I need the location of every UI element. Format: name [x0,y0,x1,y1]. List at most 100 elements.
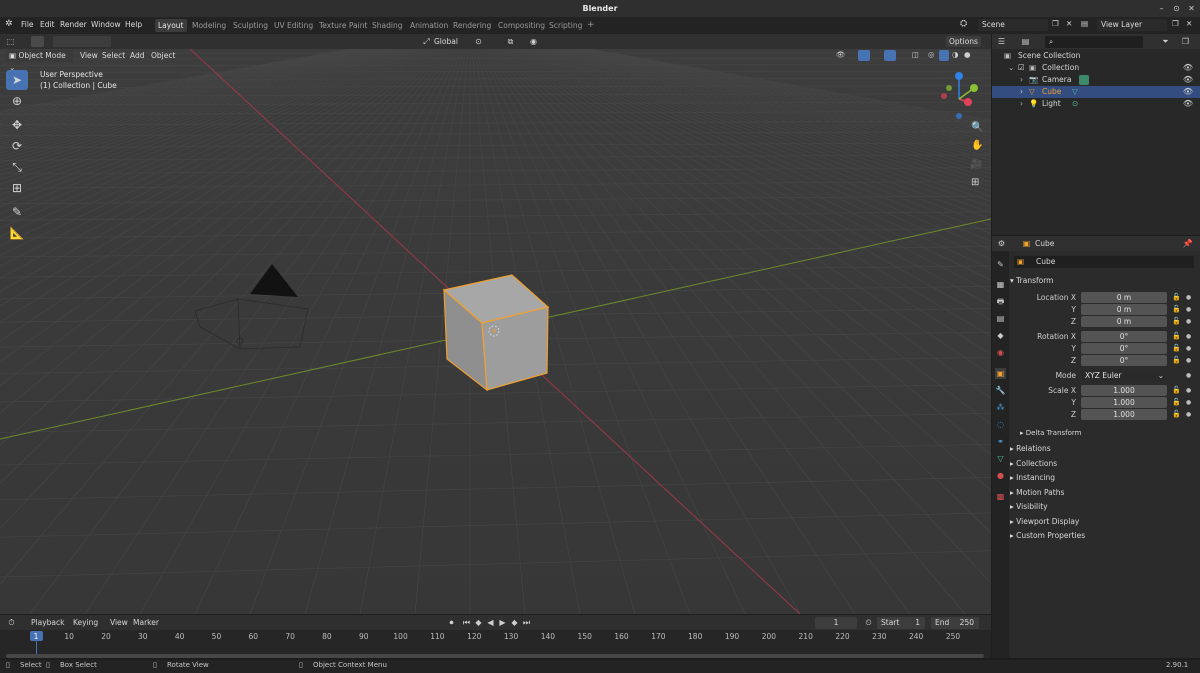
menu-help[interactable]: Help [125,20,142,29]
scale-x-field[interactable]: 1.000 [1081,385,1167,396]
jump-end-icon[interactable]: ⏭ [521,617,532,628]
eye-icon[interactable]: 👁 [1183,74,1193,86]
keyframe-dot-icon[interactable]: ● [1186,294,1191,301]
current-frame-field[interactable]: 1 [815,617,857,629]
add-workspace-icon[interactable]: + [584,19,598,32]
snap-icon[interactable]: ⧉ [505,36,516,47]
menu-marker[interactable]: Marker [133,618,159,627]
annotate-tool-icon[interactable]: ✎ [6,202,28,222]
delete-scene-icon[interactable]: ✕ [1066,19,1072,28]
clock-icon[interactable]: ⏲ [863,617,874,628]
tab-sculpting[interactable]: Sculpting [230,19,271,32]
next-keyframe-icon[interactable]: ◆ [509,617,520,628]
outliner-item-camera[interactable]: › 📷 Camera 👁 [992,74,1200,86]
relations-panel[interactable]: ▸ Relations [1010,442,1196,455]
keyframe-dot-icon[interactable]: ● [1186,345,1191,352]
solid-shading-icon[interactable] [939,50,949,61]
location-z-field[interactable]: 0 m [1081,316,1167,327]
editor-type-icon[interactable]: ⬚ [5,36,16,47]
cursor-tool-icon[interactable]: ⊕ [6,91,28,111]
pivot-point-icon[interactable]: ⊙ [473,36,484,47]
keyframe-dot-icon[interactable]: ● [1186,399,1191,406]
end-frame-field[interactable]: End 250 [931,617,979,629]
lock-icon[interactable]: 🔓 [1172,305,1181,313]
perspective-toggle-icon[interactable]: ⊞ [971,177,979,188]
pan-hand-icon[interactable]: ✋ [971,140,983,151]
lock-icon[interactable]: 🔓 [1172,317,1181,325]
properties-editor-icon[interactable]: ⚙ [996,238,1007,249]
eye-icon[interactable]: 👁 [1183,86,1193,98]
keyframe-dot-icon[interactable]: ● [1186,411,1191,418]
lock-icon[interactable]: 🔓 [1172,293,1181,301]
eye-icon[interactable]: 👁 [1183,98,1193,110]
visibility-icon[interactable]: 👁 [836,50,846,59]
view-layer-icon[interactable]: ▤ [1081,19,1088,28]
render-tab-icon[interactable]: ▦ [995,279,1006,290]
tab-scripting[interactable]: Scripting [546,19,585,32]
lock-icon[interactable]: 🔓 [1172,344,1181,352]
rotation-z-field[interactable]: 0° [1081,355,1167,366]
outliner-search-input[interactable]: ⌕ [1045,36,1143,48]
play-reverse-icon[interactable]: ◀ [485,617,496,628]
keyframe-dot-icon[interactable]: ● [1186,318,1191,325]
measure-tool-icon[interactable]: 📐 [6,223,28,243]
tab-animation[interactable]: Animation [407,19,451,32]
tool-tab-icon[interactable]: ✎ [995,259,1006,270]
prev-keyframe-icon[interactable]: ◆ [473,617,484,628]
rotation-y-field[interactable]: 0° [1081,343,1167,354]
tab-uv-editing[interactable]: UV Editing [271,19,316,32]
delete-view-layer-icon[interactable]: ✕ [1186,19,1192,28]
world-tab-icon[interactable]: ◉ [995,347,1006,358]
zoom-icon[interactable]: 🔍 [971,122,983,133]
scale-z-field[interactable]: 1.000 [1081,409,1167,420]
show-overlays-icon[interactable] [884,50,896,61]
object-name-field[interactable]: ▣ Cube [1014,256,1194,268]
eye-icon[interactable]: 👁 [1183,62,1193,74]
location-x-field[interactable]: 0 m [1081,292,1167,303]
jump-start-icon[interactable]: ⏮ [461,617,472,628]
viewport-display-panel[interactable]: ▸ Viewport Display [1010,515,1196,528]
scene-field[interactable]: Scene [978,19,1048,31]
minimize-icon[interactable]: – [1156,3,1167,14]
lock-icon[interactable]: 🔓 [1172,398,1181,406]
material-shading-icon[interactable]: ◑ [952,50,959,59]
instancing-panel[interactable]: ▸ Instancing [1010,471,1196,484]
menu-select[interactable]: Select [102,51,125,60]
lock-icon[interactable]: 🔓 [1172,386,1181,394]
move-tool-icon[interactable]: ✥ [6,115,28,135]
scale-tool-icon[interactable]: ⤡ [6,157,28,177]
proportional-edit-icon[interactable]: ◉ [528,36,539,47]
tab-rendering[interactable]: Rendering [450,19,494,32]
camera-view-icon[interactable]: 🎥 [970,159,982,170]
outliner-editor-icon[interactable]: ☰ [996,36,1007,47]
scene-tab-icon[interactable]: ◆ [995,330,1006,341]
show-gizmo-icon[interactable] [858,50,870,61]
texture-tab-icon[interactable]: ▩ [995,491,1006,502]
transform-panel-header[interactable]: ▾ Transform [1010,274,1196,287]
view-layer-tab-icon[interactable]: ▤ [995,313,1006,324]
constraints-tab-icon[interactable]: ⚭ [995,436,1006,447]
display-mode-icon[interactable]: ▤ [1020,36,1031,47]
menu-playback[interactable]: Playback [31,618,64,627]
menu-file[interactable]: File [21,20,34,29]
data-tab-icon[interactable]: ▽ [995,453,1006,464]
blender-logo-icon[interactable]: ✲ [5,19,13,29]
physics-tab-icon[interactable]: ◌ [995,419,1006,430]
restore-icon[interactable]: ⊙ [1171,3,1182,14]
xray-icon[interactable]: ◫ [912,50,919,59]
new-scene-icon[interactable]: ❐ [1052,19,1059,28]
object-tab-icon[interactable]: ▣ [995,368,1006,379]
outliner-item-cube[interactable]: › ▽ Cube ▽ 👁 [992,86,1200,98]
outliner-item-collection[interactable]: ⌄ ☑ ▣ Collection 👁 [992,62,1200,74]
close-icon[interactable]: ✕ [1186,3,1197,14]
tab-layout[interactable]: Layout [155,19,187,32]
keyframe-dot-icon[interactable]: ● [1186,357,1191,364]
delta-transform-subpanel[interactable]: ▸ Delta Transform [1020,427,1200,440]
record-icon[interactable]: ⏺ [446,617,457,628]
timeline-editor-icon[interactable]: ⏱ [6,617,17,628]
menu-add[interactable]: Add [130,51,145,60]
select-mode-buttons[interactable] [53,36,111,47]
options-dropdown[interactable]: Options [946,36,981,47]
menu-view[interactable]: View [80,51,98,60]
keyframe-dot-icon[interactable]: ● [1186,372,1191,379]
